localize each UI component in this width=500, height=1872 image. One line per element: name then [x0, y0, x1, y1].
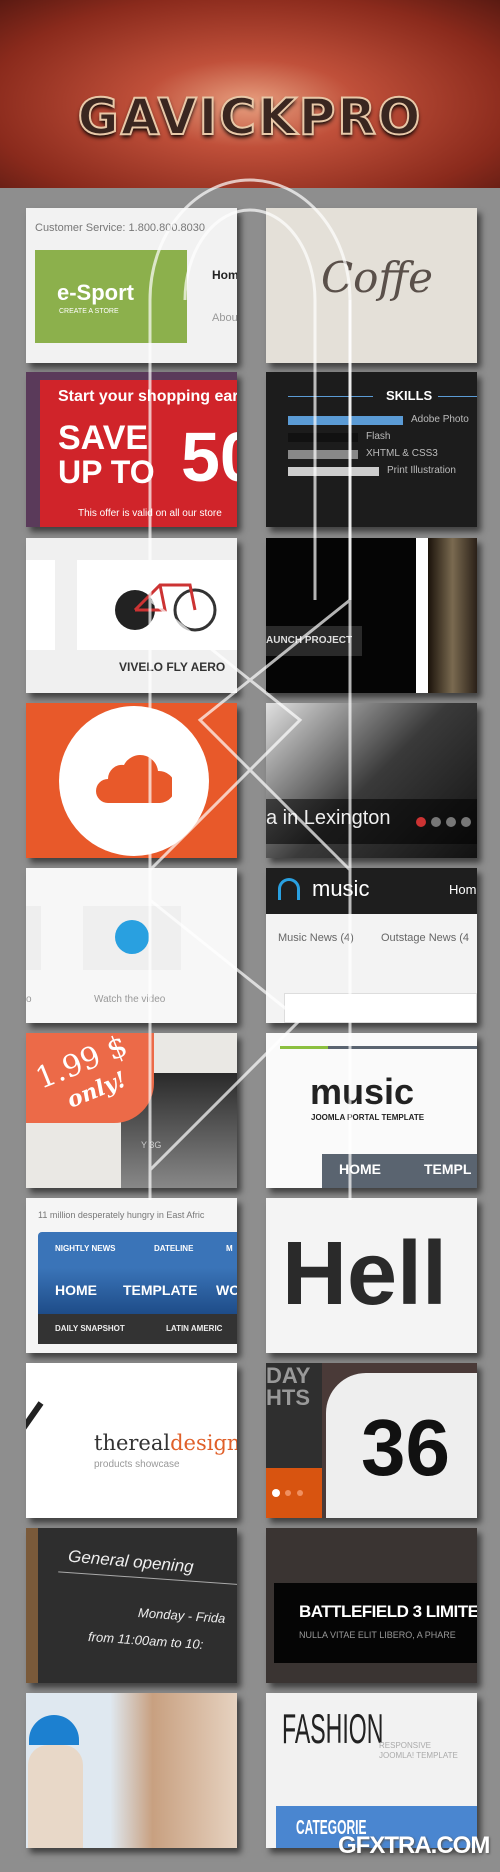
shop-percent: 50 [181, 418, 237, 496]
brand-part1: thereal [94, 1431, 171, 1455]
shop-headline: Start your shopping ear [58, 388, 237, 405]
slide-dot-active[interactable] [416, 817, 426, 827]
nav-more[interactable]: M [226, 1244, 233, 1253]
tile-skills[interactable]: SKILLS Adobe Photo Flash XHTML & CSS3 Print… [266, 372, 477, 527]
nav-world[interactable]: WO [216, 1282, 237, 1298]
skill-label: Flash [366, 431, 391, 442]
nav-nightly-news[interactable]: NIGHTLY NEWS [55, 1244, 115, 1253]
fashion-sub1: RESPONSIVE [379, 1741, 432, 1750]
skill-label: Print Illustration [387, 465, 456, 476]
nav-home[interactable]: Hom [212, 268, 237, 282]
esport-brand: e-Sport [57, 280, 134, 305]
skill-label: Adobe Photo [411, 414, 469, 425]
tile-hello[interactable]: Hell [266, 1198, 477, 1353]
nav-daily-snapshot[interactable]: DAILY SNAPSHOT [55, 1324, 125, 1333]
tab-outstage-news[interactable]: Outstage News (4 [381, 932, 469, 944]
shop-save: SAVE [58, 419, 149, 457]
nav-home[interactable]: HOME [55, 1282, 97, 1298]
slide-dot[interactable] [431, 817, 441, 827]
tile-music2[interactable]: music JOOMLA PORTAL TEMPLATE HOME TEMPL [266, 1033, 477, 1188]
nav-latin-america[interactable]: LATIN AMERIC [166, 1324, 222, 1333]
tab-music-news[interactable]: Music News (4) [278, 932, 354, 944]
jersey-number: 36 [361, 1403, 450, 1492]
board-line1: Monday - Frida [137, 1604, 226, 1627]
design-subtitle: products showcase [94, 1459, 180, 1470]
headline-line2: HTS [266, 1385, 310, 1410]
gavickpro-logo: GAVICKPRO [77, 87, 423, 147]
slide-dot[interactable] [461, 817, 471, 827]
tile-board[interactable]: General opening Monday - Frida from 11:0… [26, 1528, 237, 1683]
paintbrush-icon [26, 1401, 44, 1464]
nav-home[interactable]: Hom [449, 882, 476, 897]
battlefield-subtitle: NULLA VITAE ELIT LIBERO, A PHARE [299, 1630, 456, 1640]
music-brand: music [310, 1071, 415, 1112]
headphones-icon [278, 878, 300, 900]
board-line2: from 11:00am to 10: [87, 1628, 204, 1653]
guitar-caption: a in Lexington [266, 807, 391, 829]
tile-launch[interactable]: AUNCH PROJECT [266, 538, 477, 693]
launch-project-button[interactable]: AUNCH PROJECT [266, 626, 362, 656]
skill-bar [288, 467, 379, 476]
tile-cloud[interactable] [26, 703, 237, 858]
video-label-left: o [26, 994, 32, 1005]
skill-bar [288, 416, 403, 425]
watch-video-link[interactable]: Watch the video [94, 994, 165, 1005]
tile-video[interactable]: o Watch the video [26, 868, 237, 1023]
slide-dot[interactable] [297, 1490, 303, 1496]
slide-dot[interactable] [446, 817, 456, 827]
fashion-title: FASHION [282, 1705, 384, 1752]
music-subtitle: JOOMLA PORTAL TEMPLATE [311, 1113, 425, 1122]
hello-heading: Hell [282, 1224, 448, 1324]
shop-upto: UP TO [58, 454, 155, 490]
nav-template[interactable]: TEMPL [424, 1161, 471, 1177]
slide-dot[interactable] [285, 1490, 291, 1496]
skills-title: SKILLS [386, 388, 433, 403]
video-camera-icon [115, 920, 149, 954]
video-box[interactable] [83, 906, 181, 970]
tile-price[interactable]: Y 3G 1.99 $ only! [26, 1033, 237, 1188]
tile-shop[interactable]: Start your shopping ear SAVE UP TO 50 Th… [26, 372, 237, 527]
nav-about[interactable]: Abou [212, 312, 237, 324]
slide-dot-active[interactable] [272, 1489, 280, 1497]
news-ticker: 11 million desperately hungry in East Af… [38, 1210, 205, 1220]
face-photo [428, 538, 477, 693]
nav-template[interactable]: TEMPLATE [123, 1282, 197, 1298]
nav-home[interactable]: HOME [339, 1161, 381, 1177]
skill-bar [288, 433, 358, 442]
tile-football[interactable]: DAY HTS 36 [266, 1363, 477, 1518]
tile-esport[interactable]: Customer Service: 1.800.800.8030 e-Sport… [26, 208, 237, 363]
tile-music1[interactable]: music Hom Music News (4) Outstage News (… [266, 868, 477, 1023]
tile-coffee[interactable]: Coffe [266, 208, 477, 363]
bike-image [77, 560, 237, 650]
headline-line1: DAY [266, 1363, 311, 1388]
esport-logo-block: e-Sport CREATE A STORE [35, 250, 187, 343]
battlefield-title: BATTLEFIELD 3 LIMITED E [299, 1602, 477, 1621]
skill-bar [288, 450, 358, 459]
tile-battlefield[interactable]: BATTLEFIELD 3 LIMITED E NULLA VITAE ELIT… [266, 1528, 477, 1683]
nav-dateline[interactable]: DATELINE [154, 1244, 193, 1253]
music-brand: music [312, 876, 370, 901]
tile-fashion[interactable]: FASHION RESPONSIVE JOOMLA! TEMPLATE CATE… [266, 1693, 477, 1848]
bike-label: VIVELO FLY AERO [119, 660, 226, 674]
tile-news[interactable]: 11 million desperately hungry in East Af… [26, 1198, 237, 1353]
cloud-icon [96, 755, 172, 803]
fashion-sub2: JOOMLA! TEMPLATE [379, 1751, 458, 1760]
coffee-title: Coffe [321, 253, 434, 302]
tile-bike[interactable]: VIVELO FLY AERO [26, 538, 237, 693]
header-banner: GAVICKPRO [0, 0, 500, 188]
phone-status: Y 3G [141, 1140, 162, 1150]
gfxtra-watermark: GFXTRA.COM [338, 1832, 490, 1859]
bicycle-icon [115, 583, 217, 632]
brand-part2: design [170, 1431, 237, 1455]
skill-label: XHTML & CSS3 [366, 448, 438, 459]
shop-note: This offer is valid on all our store [78, 508, 222, 519]
customer-service: Customer Service: 1.800.800.8030 [35, 222, 205, 234]
esport-tagline: CREATE A STORE [59, 308, 119, 315]
tile-people[interactable] [26, 1693, 237, 1848]
tile-guitar[interactable]: a in Lexington [266, 703, 477, 858]
tile-design[interactable]: therealdesign products showcase [26, 1363, 237, 1518]
hardhat-icon [29, 1715, 79, 1745]
